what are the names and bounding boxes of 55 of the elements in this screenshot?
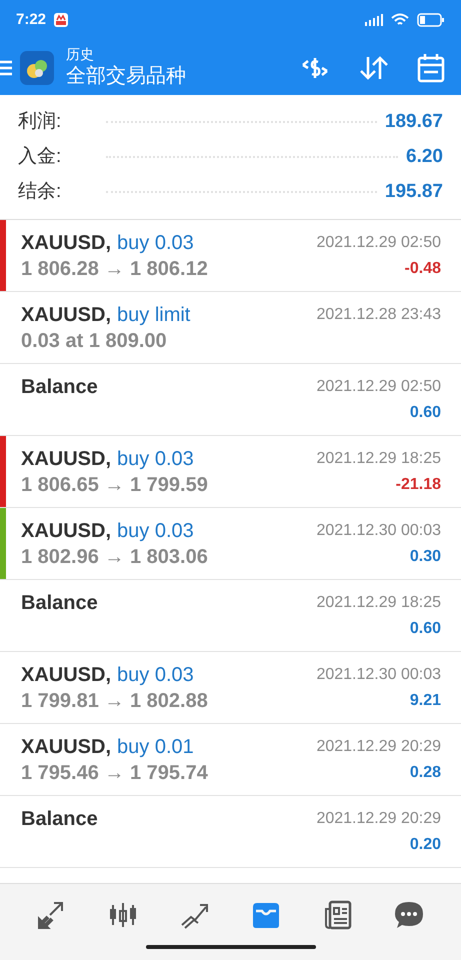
battery-icon bbox=[417, 13, 445, 27]
price-change-text: 1 806.65 → 1 799.59 bbox=[21, 473, 209, 498]
app-notification-icon bbox=[54, 13, 68, 27]
deal-time: 2021.12.29 18:25 bbox=[316, 593, 441, 613]
symbol-text: XAUUSD, bbox=[21, 663, 112, 688]
deal-time: 2021.12.29 02:50 bbox=[316, 233, 441, 253]
profit-value: -21.18 bbox=[396, 475, 441, 495]
profit-value: 0.28 bbox=[410, 763, 441, 783]
profit-value: 9.21 bbox=[410, 691, 441, 711]
order-type-text: buy 0.03 bbox=[117, 231, 194, 256]
symbol-text: XAUUSD, bbox=[21, 303, 112, 328]
order-price-text: 0.03 at 1 809.00 bbox=[21, 329, 168, 354]
calendar-icon[interactable] bbox=[417, 52, 445, 82]
balance-label: Balance bbox=[21, 375, 98, 400]
header-subtitle: 历史 bbox=[66, 46, 95, 64]
symbol-text: XAUUSD, bbox=[21, 735, 112, 760]
deal-time: 2021.12.28 23:43 bbox=[316, 305, 441, 325]
symbol-text: XAUUSD, bbox=[21, 231, 112, 256]
deal-time: 2021.12.29 20:29 bbox=[316, 809, 441, 829]
menu-icon[interactable] bbox=[0, 60, 12, 76]
balance-label: Balance bbox=[21, 591, 98, 616]
symbol-text: XAUUSD, bbox=[21, 519, 112, 544]
balance-label: Balance bbox=[21, 807, 98, 832]
summary-value: 6.20 bbox=[406, 144, 443, 169]
deal-time: 2021.12.30 00:03 bbox=[316, 665, 441, 685]
header-title: 全部交易品种 bbox=[66, 64, 186, 89]
deal-time: 2021.12.29 20:29 bbox=[316, 737, 441, 757]
order-type-text: buy 0.03 bbox=[117, 447, 194, 472]
summary-value: 189.67 bbox=[384, 110, 443, 134]
order-type-text: buy 0.01 bbox=[117, 735, 194, 760]
profit-value: 0.30 bbox=[410, 547, 441, 567]
wifi-icon bbox=[391, 13, 409, 27]
summary-value: 195.87 bbox=[384, 180, 443, 204]
price-change-text: 1 795.46 → 1 795.74 bbox=[21, 761, 209, 786]
order-type-text: buy 0.03 bbox=[117, 519, 194, 544]
deal-time: 2021.12.29 02:50 bbox=[316, 377, 441, 397]
price-change-text: 1 802.96 → 1 803.06 bbox=[21, 545, 209, 570]
order-type-text: buy limit bbox=[117, 303, 190, 328]
deal-time: 2021.12.29 18:25 bbox=[316, 449, 441, 469]
deal-time: 2021.12.30 00:03 bbox=[316, 521, 441, 541]
profit-value: 0.20 bbox=[410, 835, 441, 855]
price-change-text: 1 799.81 → 1 802.88 bbox=[21, 689, 209, 714]
profit-value: 0.60 bbox=[410, 403, 441, 423]
symbol-text: XAUUSD, bbox=[21, 447, 112, 472]
signal-icon bbox=[365, 14, 383, 26]
sort-icon[interactable] bbox=[359, 54, 389, 80]
summary-label: 结余: bbox=[18, 180, 62, 204]
order-type-text: buy 0.03 bbox=[117, 663, 194, 688]
app-logo-icon bbox=[20, 50, 54, 84]
summary-label: 利润: bbox=[18, 110, 62, 134]
summary-label: 入金: bbox=[18, 144, 62, 169]
profit-value: 0.60 bbox=[410, 619, 441, 639]
clock-text: 7:22 bbox=[16, 10, 46, 30]
profit-value: -0.48 bbox=[404, 259, 441, 279]
price-change-text: 1 806.28 → 1 806.12 bbox=[21, 257, 209, 282]
